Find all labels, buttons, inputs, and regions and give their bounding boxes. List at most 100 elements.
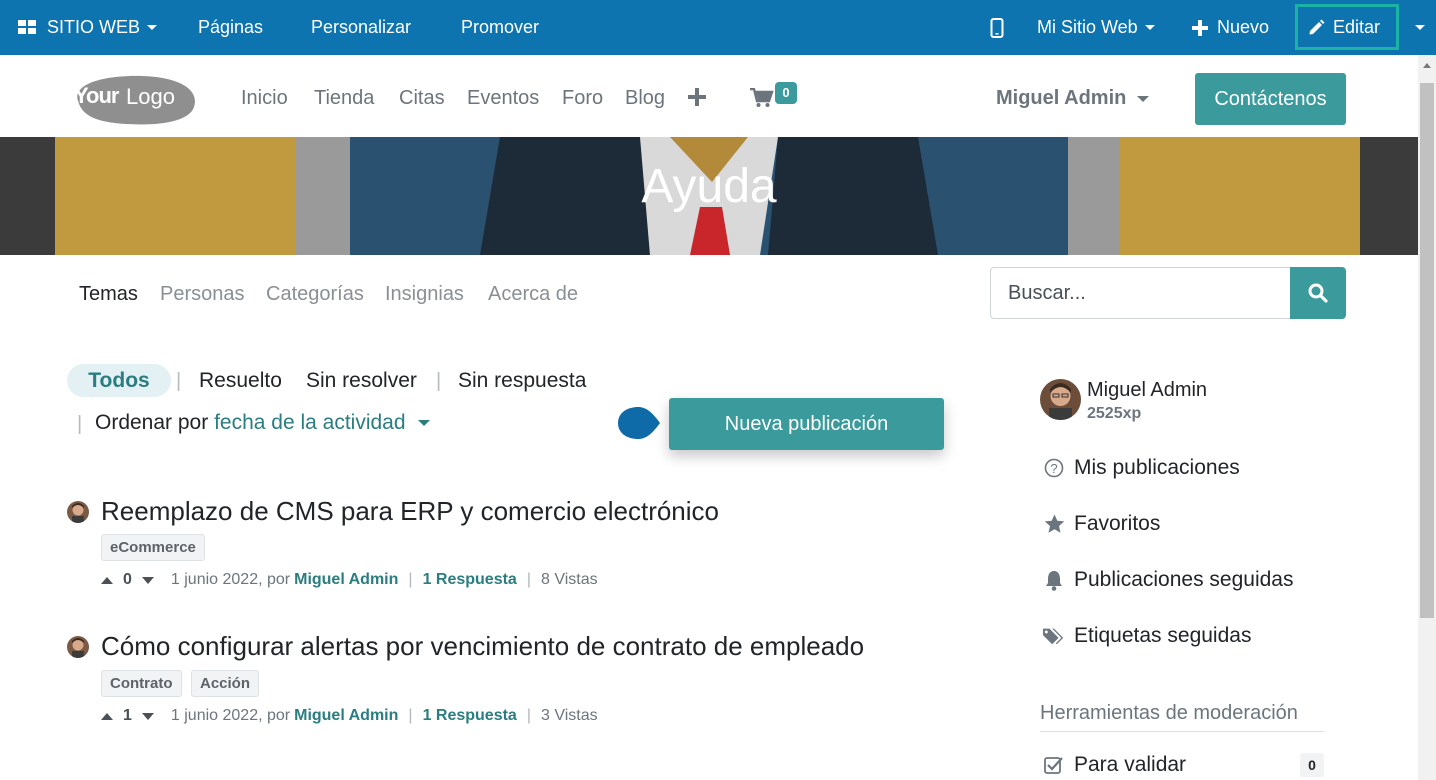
tab-topics[interactable]: Temas (79, 283, 138, 306)
chevron-down-icon (1144, 25, 1155, 30)
svg-text:?: ? (1050, 461, 1057, 476)
my-website-menu[interactable]: Mi Sitio Web (1037, 0, 1155, 55)
filter-solved[interactable]: Resuelto (199, 369, 282, 393)
avatar (67, 501, 89, 523)
mobile-preview-button[interactable] (990, 0, 1004, 55)
nav-appointments[interactable]: Citas (399, 87, 445, 110)
nav-blog[interactable]: Blog (625, 87, 665, 110)
post-meta: 0 1 junio 2022, por Miguel Admin | 1 Res… (101, 571, 598, 589)
plus-icon (1192, 19, 1208, 36)
divider: | (176, 370, 182, 392)
edit-label: Editar (1333, 16, 1381, 37)
website-menu-label: SITIO WEB (47, 17, 141, 37)
add-menu-item-icon[interactable] (688, 88, 706, 106)
post-tag[interactable]: Contrato (101, 670, 182, 697)
user-menu[interactable]: Miguel Admin (996, 87, 1150, 110)
user-menu-label: Miguel Admin (996, 87, 1127, 109)
pages-menu[interactable]: Páginas (198, 0, 263, 55)
chevron-down-icon (147, 25, 158, 30)
star-icon (1043, 513, 1065, 535)
chevron-down-icon (1415, 25, 1425, 30)
nav-home[interactable]: Inicio (241, 87, 288, 110)
post-author[interactable]: Miguel Admin (294, 571, 398, 589)
new-content-button[interactable]: Nuevo (1192, 0, 1269, 55)
new-post-button[interactable]: Nueva publicación (669, 398, 944, 450)
sort-selector[interactable]: Ordenar por fecha de la actividad (95, 411, 430, 435)
tab-badges[interactable]: Insignias (385, 283, 464, 306)
shopping-cart-icon[interactable] (750, 88, 774, 108)
edit-button[interactable]: Editar (1295, 4, 1399, 50)
sort-label: Ordenar por (95, 411, 209, 434)
banner-title: Ayuda (641, 160, 777, 213)
vote-count: 0 (123, 571, 132, 588)
divider: | (408, 707, 413, 724)
sidebar-user-xp: 2525xp (1087, 405, 1142, 422)
admin-bar: SITIO WEB Páginas Personalizar Promover … (0, 0, 1436, 55)
bell-icon (1043, 569, 1065, 591)
contact-us-button[interactable]: Contáctenos (1195, 73, 1346, 125)
pencil-icon (1309, 19, 1325, 34)
sidebar-item-label: Mis publicaciones (1074, 456, 1240, 479)
promote-menu[interactable]: Promover (461, 0, 539, 55)
sidebar-item-label: Etiquetas seguidas (1074, 624, 1252, 647)
question-circle-icon: ? (1043, 457, 1065, 479)
upvote-icon[interactable] (101, 576, 113, 584)
search-input[interactable] (990, 267, 1290, 319)
nav-shop[interactable]: Tienda (314, 87, 374, 110)
nav-forum[interactable]: Foro (562, 87, 603, 110)
scroll-up-arrow-icon[interactable] (1423, 63, 1431, 68)
sidebar-item-followed-posts[interactable]: Publicaciones seguidas (1043, 568, 1293, 592)
scrollbar-thumb[interactable] (1420, 83, 1434, 618)
to-validate-count-badge: 0 (1300, 753, 1324, 777)
filter-unanswered[interactable]: Sin respuesta (458, 369, 586, 393)
sidebar-item-favorites[interactable]: Favoritos (1043, 512, 1160, 536)
forum-banner: Ayuda (0, 137, 1418, 255)
post-views: 8 Vistas (540, 571, 598, 588)
page-scrollbar[interactable] (1418, 55, 1436, 780)
search-button[interactable] (1290, 267, 1346, 319)
post-meta: 1 1 junio 2022, por Miguel Admin | 1 Res… (101, 707, 598, 725)
logo-image: Your Logo (74, 75, 195, 125)
mobile-phone-icon (990, 17, 1004, 38)
filter-unsolved[interactable]: Sin resolver (306, 369, 417, 393)
sidebar-item-my-posts[interactable]: ? Mis publicaciones (1043, 456, 1240, 480)
sidebar-item-followed-tags[interactable]: Etiquetas seguidas (1043, 624, 1251, 648)
sidebar-user-name[interactable]: Miguel Admin (1087, 379, 1207, 402)
website-menu[interactable]: SITIO WEB (18, 0, 158, 55)
apps-grid-icon (18, 20, 36, 34)
nav-events[interactable]: Eventos (467, 87, 539, 110)
vote-count: 1 (123, 707, 132, 724)
tab-about[interactable]: Acerca de (488, 283, 578, 306)
downvote-icon[interactable] (141, 576, 154, 584)
svg-text:Logo: Logo (126, 84, 175, 109)
tab-categories[interactable]: Categorías (266, 283, 364, 306)
post-title[interactable]: Reemplazo de CMS para ERP y comercio ele… (101, 496, 719, 527)
post-tag[interactable]: Acción (191, 670, 260, 697)
post-date: 1 junio 2022, por (170, 707, 291, 724)
post-tag[interactable]: eCommerce (101, 534, 205, 561)
post-author[interactable]: Miguel Admin (294, 707, 398, 725)
post-title[interactable]: Cómo configurar alertas por vencimiento … (101, 631, 864, 662)
checkbox-icon (1043, 754, 1065, 776)
divider: | (408, 571, 413, 588)
post-answers[interactable]: 1 Respuesta (423, 571, 517, 589)
pages-label: Páginas (198, 17, 264, 37)
edit-dropdown-toggle[interactable] (1415, 0, 1425, 55)
avatar (67, 636, 89, 658)
site-logo[interactable]: Your Logo (66, 69, 198, 127)
promote-label: Promover (461, 17, 540, 37)
cart-count-badge: 0 (775, 82, 797, 104)
sidebar-item-to-validate[interactable]: Para validar (1043, 753, 1186, 777)
post-answers[interactable]: 1 Respuesta (423, 707, 517, 725)
post-views: 3 Vistas (540, 707, 598, 724)
downvote-icon[interactable] (141, 712, 154, 720)
sort-value: fecha de la actividad (214, 411, 406, 434)
chevron-down-icon (1137, 95, 1150, 102)
tab-people[interactable]: Personas (160, 283, 245, 306)
avatar[interactable] (1040, 379, 1081, 420)
upvote-icon[interactable] (101, 712, 113, 720)
customize-menu[interactable]: Personalizar (311, 0, 411, 55)
chevron-down-icon (417, 420, 430, 427)
tour-pointer-icon[interactable] (616, 406, 660, 440)
filter-all[interactable]: Todos (67, 364, 171, 397)
